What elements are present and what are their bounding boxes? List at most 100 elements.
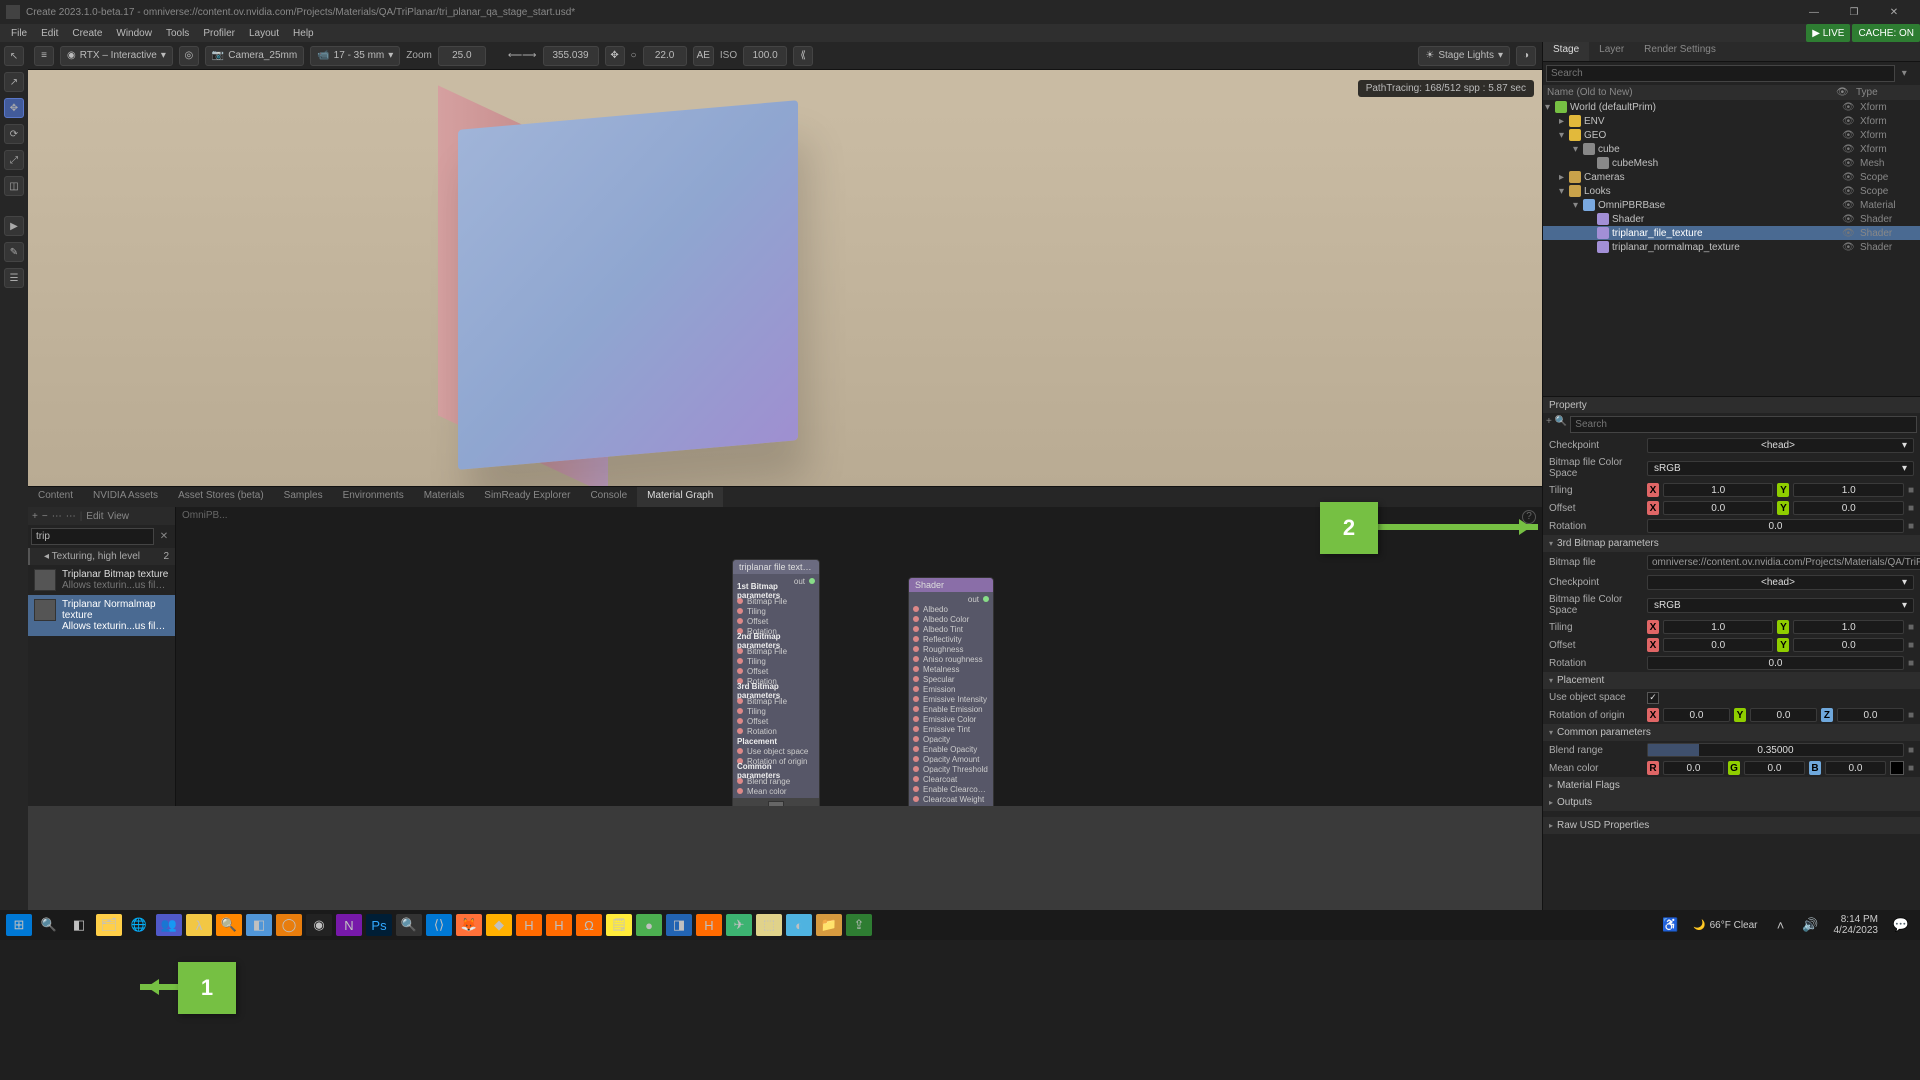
live-status-badge[interactable]: ▶ LIVE — [1806, 24, 1850, 42]
expand-icon[interactable]: ▾ — [1573, 200, 1583, 211]
offset-y-field-1[interactable]: 0.0 — [1793, 501, 1903, 515]
property-search-input[interactable] — [1570, 416, 1917, 433]
menu-file[interactable]: File — [4, 28, 34, 39]
tiling-x-field-1[interactable]: 1.0 — [1663, 483, 1773, 497]
node-port[interactable]: Bitmap File — [737, 646, 815, 656]
colorspace-dropdown-2[interactable]: sRGB▾ — [1647, 598, 1914, 613]
offset-x-field-1[interactable]: 0.0 — [1663, 501, 1773, 515]
node-port[interactable]: Bitmap File — [737, 696, 815, 706]
task-view-icon[interactable]: ◧ — [66, 914, 92, 936]
reset-icon[interactable]: ■ — [1908, 485, 1914, 496]
node-port[interactable]: Opacity — [913, 734, 989, 744]
rotation-field-1[interactable]: 0.0 — [1647, 519, 1904, 533]
houdini-icon-1[interactable]: H — [516, 914, 542, 936]
node-port[interactable]: Offset — [737, 616, 815, 626]
rot-origin-x[interactable]: 0.0 — [1663, 708, 1730, 722]
checkpoint-dropdown-1[interactable]: <head> ▾ — [1647, 438, 1914, 453]
visibility-icon[interactable]: 👁 — [1842, 102, 1860, 113]
mg-add-icon[interactable]: + — [32, 511, 38, 522]
app-icon-8[interactable]: ⬚ — [756, 914, 782, 936]
node-port[interactable]: Emissive Intensity — [913, 694, 989, 704]
mg-edit-menu[interactable]: Edit — [86, 511, 103, 522]
stage-tree[interactable]: ▾World (defaultPrim)👁Xform▸ENV👁Xform▾GEO… — [1543, 100, 1920, 396]
stage-col-type[interactable]: Type — [1856, 87, 1916, 98]
stage-search-input[interactable] — [1546, 65, 1895, 82]
start-button[interactable]: ⊞ — [6, 914, 32, 936]
section-common-params[interactable]: ▾Common parameters — [1543, 724, 1920, 741]
section-placement[interactable]: ▾Placement — [1543, 672, 1920, 689]
node-port[interactable]: Tiling — [737, 606, 815, 616]
prop-add-icon[interactable]: + — [1546, 416, 1552, 433]
stage-row-triplanar-normalmap-texture[interactable]: triplanar_normalmap_texture👁Shader — [1543, 240, 1920, 254]
menu-tools[interactable]: Tools — [159, 28, 196, 39]
stage-row-geo[interactable]: ▾GEO👁Xform — [1543, 128, 1920, 142]
tab-simready[interactable]: SimReady Explorer — [474, 487, 580, 507]
node-port[interactable]: Albedo — [913, 604, 989, 614]
viewport-menu-icon[interactable]: ≡ — [34, 46, 54, 66]
app-icon-7[interactable]: ✈ — [726, 914, 752, 936]
rotation-field-2[interactable]: 0.0 — [1647, 656, 1904, 670]
visibility-icon[interactable]: 👁 — [1842, 242, 1860, 253]
app-icon-6[interactable]: ◨ — [666, 914, 692, 936]
target-icon[interactable]: ✥ — [605, 46, 625, 66]
reset-icon[interactable]: ■ — [1908, 622, 1914, 633]
onenote-icon[interactable]: N — [336, 914, 362, 936]
sharex-icon[interactable]: ⇪ — [846, 914, 872, 936]
node-port[interactable]: Reflectivity — [913, 634, 989, 644]
stage-row-looks[interactable]: ▾Looks👁Scope — [1543, 184, 1920, 198]
tab-asset-stores[interactable]: Asset Stores (beta) — [168, 487, 274, 507]
app-icon-5[interactable]: ● — [636, 914, 662, 936]
tab-environments[interactable]: Environments — [333, 487, 414, 507]
photoshop-icon[interactable]: Ps — [366, 914, 392, 936]
mg-more1-icon[interactable]: ⋯ — [52, 511, 62, 522]
stage-row-cubemesh[interactable]: cubeMesh👁Mesh — [1543, 156, 1920, 170]
mean-g[interactable]: 0.0 — [1744, 761, 1805, 775]
render-settings-icon[interactable]: ◎ — [179, 46, 199, 66]
node-port[interactable]: Bitmap File — [737, 596, 815, 606]
node-port[interactable]: Enable Emission — [913, 704, 989, 714]
node2-out-port[interactable]: out — [913, 594, 989, 604]
explorer-icon[interactable]: 🗂 — [96, 914, 122, 936]
node-port[interactable]: Metalness — [913, 664, 989, 674]
mg-view-menu[interactable]: View — [108, 511, 130, 522]
mg-search-input[interactable] — [31, 528, 154, 545]
notes-icon[interactable]: 🗒 — [606, 914, 632, 936]
node-port[interactable]: Roughness — [913, 644, 989, 654]
section-raw-usd[interactable]: ▸Raw USD Properties — [1543, 817, 1920, 834]
node-port[interactable]: Use object space — [737, 746, 815, 756]
zoom-value-field[interactable]: 25.0 — [438, 46, 486, 66]
visibility-icon[interactable]: 👁 — [1842, 228, 1860, 239]
mean-r[interactable]: 0.0 — [1663, 761, 1724, 775]
node-port[interactable]: Offset — [737, 716, 815, 726]
tiling-y-field-2[interactable]: 1.0 — [1793, 620, 1903, 634]
visibility-icon[interactable]: 👁 — [1842, 200, 1860, 211]
section-material-flags[interactable]: ▸Material Flags — [1543, 777, 1920, 794]
reset-icon[interactable]: ■ — [1908, 763, 1914, 774]
expand-icon[interactable]: ▾ — [1545, 102, 1555, 113]
reset-icon[interactable]: ■ — [1908, 745, 1914, 756]
tiling-y-field-1[interactable]: 1.0 — [1793, 483, 1903, 497]
tab-content[interactable]: Content — [28, 487, 83, 507]
everything-icon[interactable]: 🔍 — [216, 914, 242, 936]
node-port[interactable]: Emissive Color — [913, 714, 989, 724]
menu-edit[interactable]: Edit — [34, 28, 65, 39]
node-port[interactable]: Offset — [737, 666, 815, 676]
expand-icon[interactable]: ▸ — [1559, 172, 1569, 183]
node-port[interactable]: Clearcoat — [913, 774, 989, 784]
node-port[interactable]: Tiling — [737, 656, 815, 666]
mg-item-triplanar-bitmap-texture[interactable]: Triplanar Bitmap textureAllows texturin.… — [28, 565, 175, 595]
tool-snap[interactable]: ◫ — [4, 176, 24, 196]
colorspace-dropdown-1[interactable]: sRGB▾ — [1647, 461, 1914, 476]
mg-item-triplanar-normalmap-texture[interactable]: Triplanar Normalmap textureAllows textur… — [28, 595, 175, 636]
blender-icon[interactable]: ◯ — [276, 914, 302, 936]
tab-samples[interactable]: Samples — [274, 487, 333, 507]
volume-icon[interactable]: 🔊 — [1798, 914, 1824, 936]
window-min-button[interactable]: — — [1794, 7, 1834, 18]
stage-row-cube[interactable]: ▾cube👁Xform — [1543, 142, 1920, 156]
expand-icon[interactable]: ▾ — [1559, 130, 1569, 141]
section-3rd-bitmap[interactable]: ▾3rd Bitmap parameters — [1543, 535, 1920, 552]
menu-create[interactable]: Create — [65, 28, 109, 39]
reset-icon[interactable]: ■ — [1908, 521, 1914, 532]
bitmap-file-path-field[interactable]: omniverse://content.ov.nvidia.com/Projec… — [1647, 555, 1920, 570]
node-port[interactable]: Blend range — [737, 776, 815, 786]
